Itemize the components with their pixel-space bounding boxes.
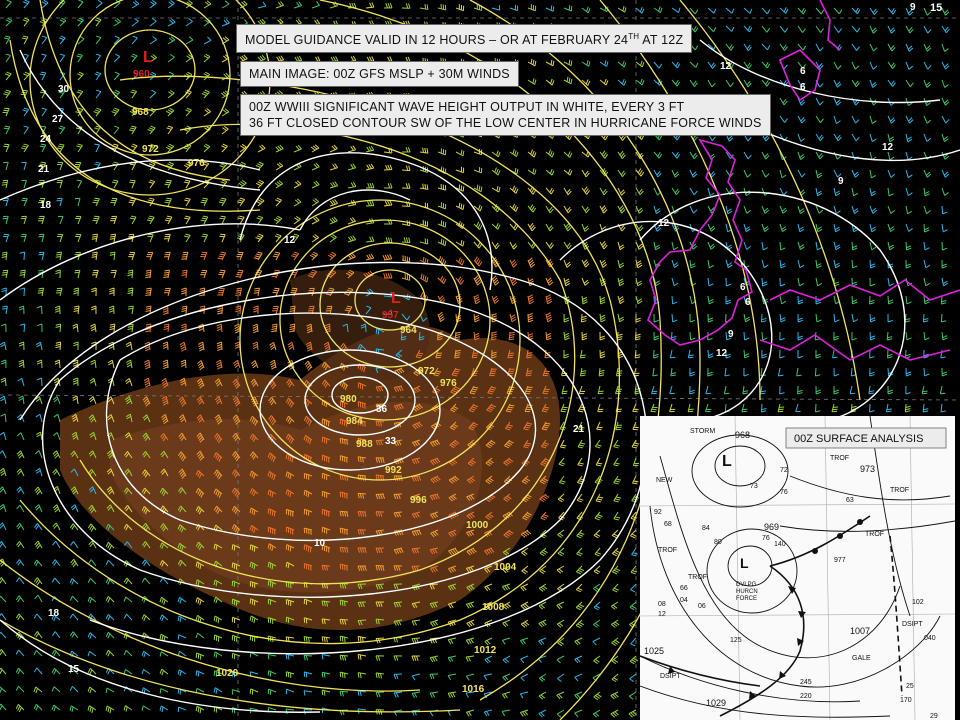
wave-height-label: 30	[58, 84, 70, 95]
inset-hurricane-force-2: HURCN	[736, 589, 758, 595]
wave-height-label: 36	[376, 404, 388, 415]
wave-height-label: 6	[745, 297, 751, 308]
inset-p1029: 1029	[706, 698, 726, 708]
wave-height-label: 12	[720, 61, 732, 72]
wave-height-label: 33	[385, 436, 397, 447]
inset-obs-value: 76	[780, 489, 788, 496]
wave-caption-line-1: 00Z WWIII SIGNIFICANT WAVE HEIGHT OUTPUT…	[249, 100, 685, 114]
inset-label-new: NEW	[656, 477, 673, 484]
inset-obs-value: 040	[924, 635, 936, 642]
inset-trof-2: TROF	[890, 487, 909, 494]
inset-title: 00Z SURFACE ANALYSIS	[794, 433, 923, 445]
isobar-label: 1000	[466, 520, 489, 531]
inset-gale: GALE	[852, 655, 871, 662]
inset-low-symbol-1: L	[722, 453, 732, 470]
inset-obs-value: 06	[698, 603, 706, 610]
inset-p1025: 1025	[644, 646, 664, 656]
inset-trof-1: TROF	[830, 455, 849, 462]
wave-height-label: 18	[40, 200, 52, 211]
isobar-label: 968	[132, 107, 149, 118]
surface-analysis-inset: L L STORM NEW 968 969 DVLPG HURCN FORCE …	[640, 416, 955, 720]
low-symbol-north: L	[143, 49, 153, 66]
inset-trof-3: TROF	[865, 531, 884, 538]
wave-height-label: 6	[740, 282, 746, 293]
wave-height-label: 12	[658, 218, 670, 229]
wave-height-label: 9	[728, 329, 734, 340]
isobar-label: 992	[385, 465, 402, 476]
wave-height-label: 12	[284, 235, 296, 246]
corner-wave-label: 15	[930, 2, 943, 14]
wave-height-label: 6	[800, 82, 806, 93]
wave-height-label: 6	[800, 66, 806, 77]
inset-obs-value: 977	[834, 557, 846, 564]
inset-obs-value: 170	[900, 697, 912, 704]
inset-obs-value: 72	[780, 467, 788, 474]
inset-obs-value: 04	[680, 597, 688, 604]
inset-obs-value: 125	[730, 637, 742, 644]
wave-height-label: 9	[910, 2, 916, 13]
inset-obs-value: 80	[714, 539, 722, 546]
wave-height-label: 24	[40, 134, 52, 145]
wave-height-label: 21	[573, 424, 585, 435]
wave-output-caption: 00Z WWIII SIGNIFICANT WAVE HEIGHT OUTPUT…	[240, 94, 771, 136]
inset-obs-value: 29	[930, 713, 938, 720]
inset-dsipt-2: DSIPT	[660, 673, 681, 680]
wave-height-label: 27	[52, 114, 64, 125]
wave-height-label: 10	[314, 538, 326, 549]
isobar-label: 976	[188, 158, 205, 169]
inset-obs-value: 220	[800, 693, 812, 700]
isobar-label: 964	[400, 325, 417, 336]
wave-height-label: 18	[48, 608, 60, 619]
low-pressure-main: 957	[382, 310, 399, 321]
isobar-label: 972	[418, 366, 435, 377]
inset-trof-5: TROF	[688, 574, 707, 581]
inset-low2-pressure: 969	[764, 522, 779, 532]
isobar-label: 1012	[474, 645, 497, 656]
inset-dsipt-1: DSIPT	[902, 621, 923, 628]
inset-label-storm: STORM	[690, 428, 715, 435]
isobar-label: 1004	[494, 562, 517, 573]
inset-hurricane-force-3: FORCE	[736, 596, 757, 602]
inset-obs-value: 73	[750, 483, 758, 490]
isobar-label: 1008	[482, 602, 505, 613]
wave-caption-line-2: 36 FT CLOSED CONTOUR SW OF THE LOW CENTE…	[249, 116, 762, 130]
isobar-label: 972	[142, 144, 159, 155]
inset-obs-value: 92	[654, 509, 662, 516]
wave-height-label: 15	[68, 664, 80, 675]
isobar-label: 988	[356, 439, 373, 450]
inset-obs-value: 25	[906, 683, 914, 690]
inset-obs-value: 84	[702, 525, 710, 532]
inset-obs-value: 245	[800, 679, 812, 686]
isobar-label: 1016	[462, 684, 485, 695]
low-pressure-north: 960	[133, 69, 150, 80]
inset-obs-value: 68	[664, 521, 672, 528]
inset-hurricane-force-1: DVLPG	[736, 582, 757, 588]
isobar-label: 996	[410, 495, 427, 506]
wave-height-label: 9	[838, 176, 844, 187]
inset-obs-value: 08	[658, 601, 666, 608]
inset-obs-value: 102	[912, 599, 924, 606]
wave-height-label: 21	[38, 164, 50, 175]
inset-p973: 973	[860, 464, 875, 474]
isobar-label: 980	[340, 394, 357, 405]
inset-p1007: 1007	[850, 626, 870, 636]
isobar-label: 976	[440, 378, 457, 389]
wave-height-label: 12	[716, 348, 728, 359]
inset-obs-value: 66	[680, 585, 688, 592]
valid-time-caption: MODEL GUIDANCE VALID IN 12 HOURS – OR AT…	[236, 24, 693, 54]
inset-trof-4: TROF	[658, 547, 677, 554]
isobar-label: 984	[346, 416, 363, 427]
inset-obs-value: 76	[762, 535, 770, 542]
inset-obs-value: 63	[846, 497, 854, 504]
inset-low1-pressure: 968	[735, 430, 750, 440]
inset-obs-value: 12	[658, 611, 666, 618]
low-symbol-main: L	[391, 290, 401, 307]
wave-height-label: 12	[882, 142, 894, 153]
main-image-caption: MAIN IMAGE: 00Z GFS MSLP + 30M WINDS	[240, 61, 519, 87]
inset-obs-value: 140	[774, 541, 786, 548]
isobar-label: 1020	[216, 668, 239, 679]
inset-low-symbol-2: L	[740, 555, 749, 571]
